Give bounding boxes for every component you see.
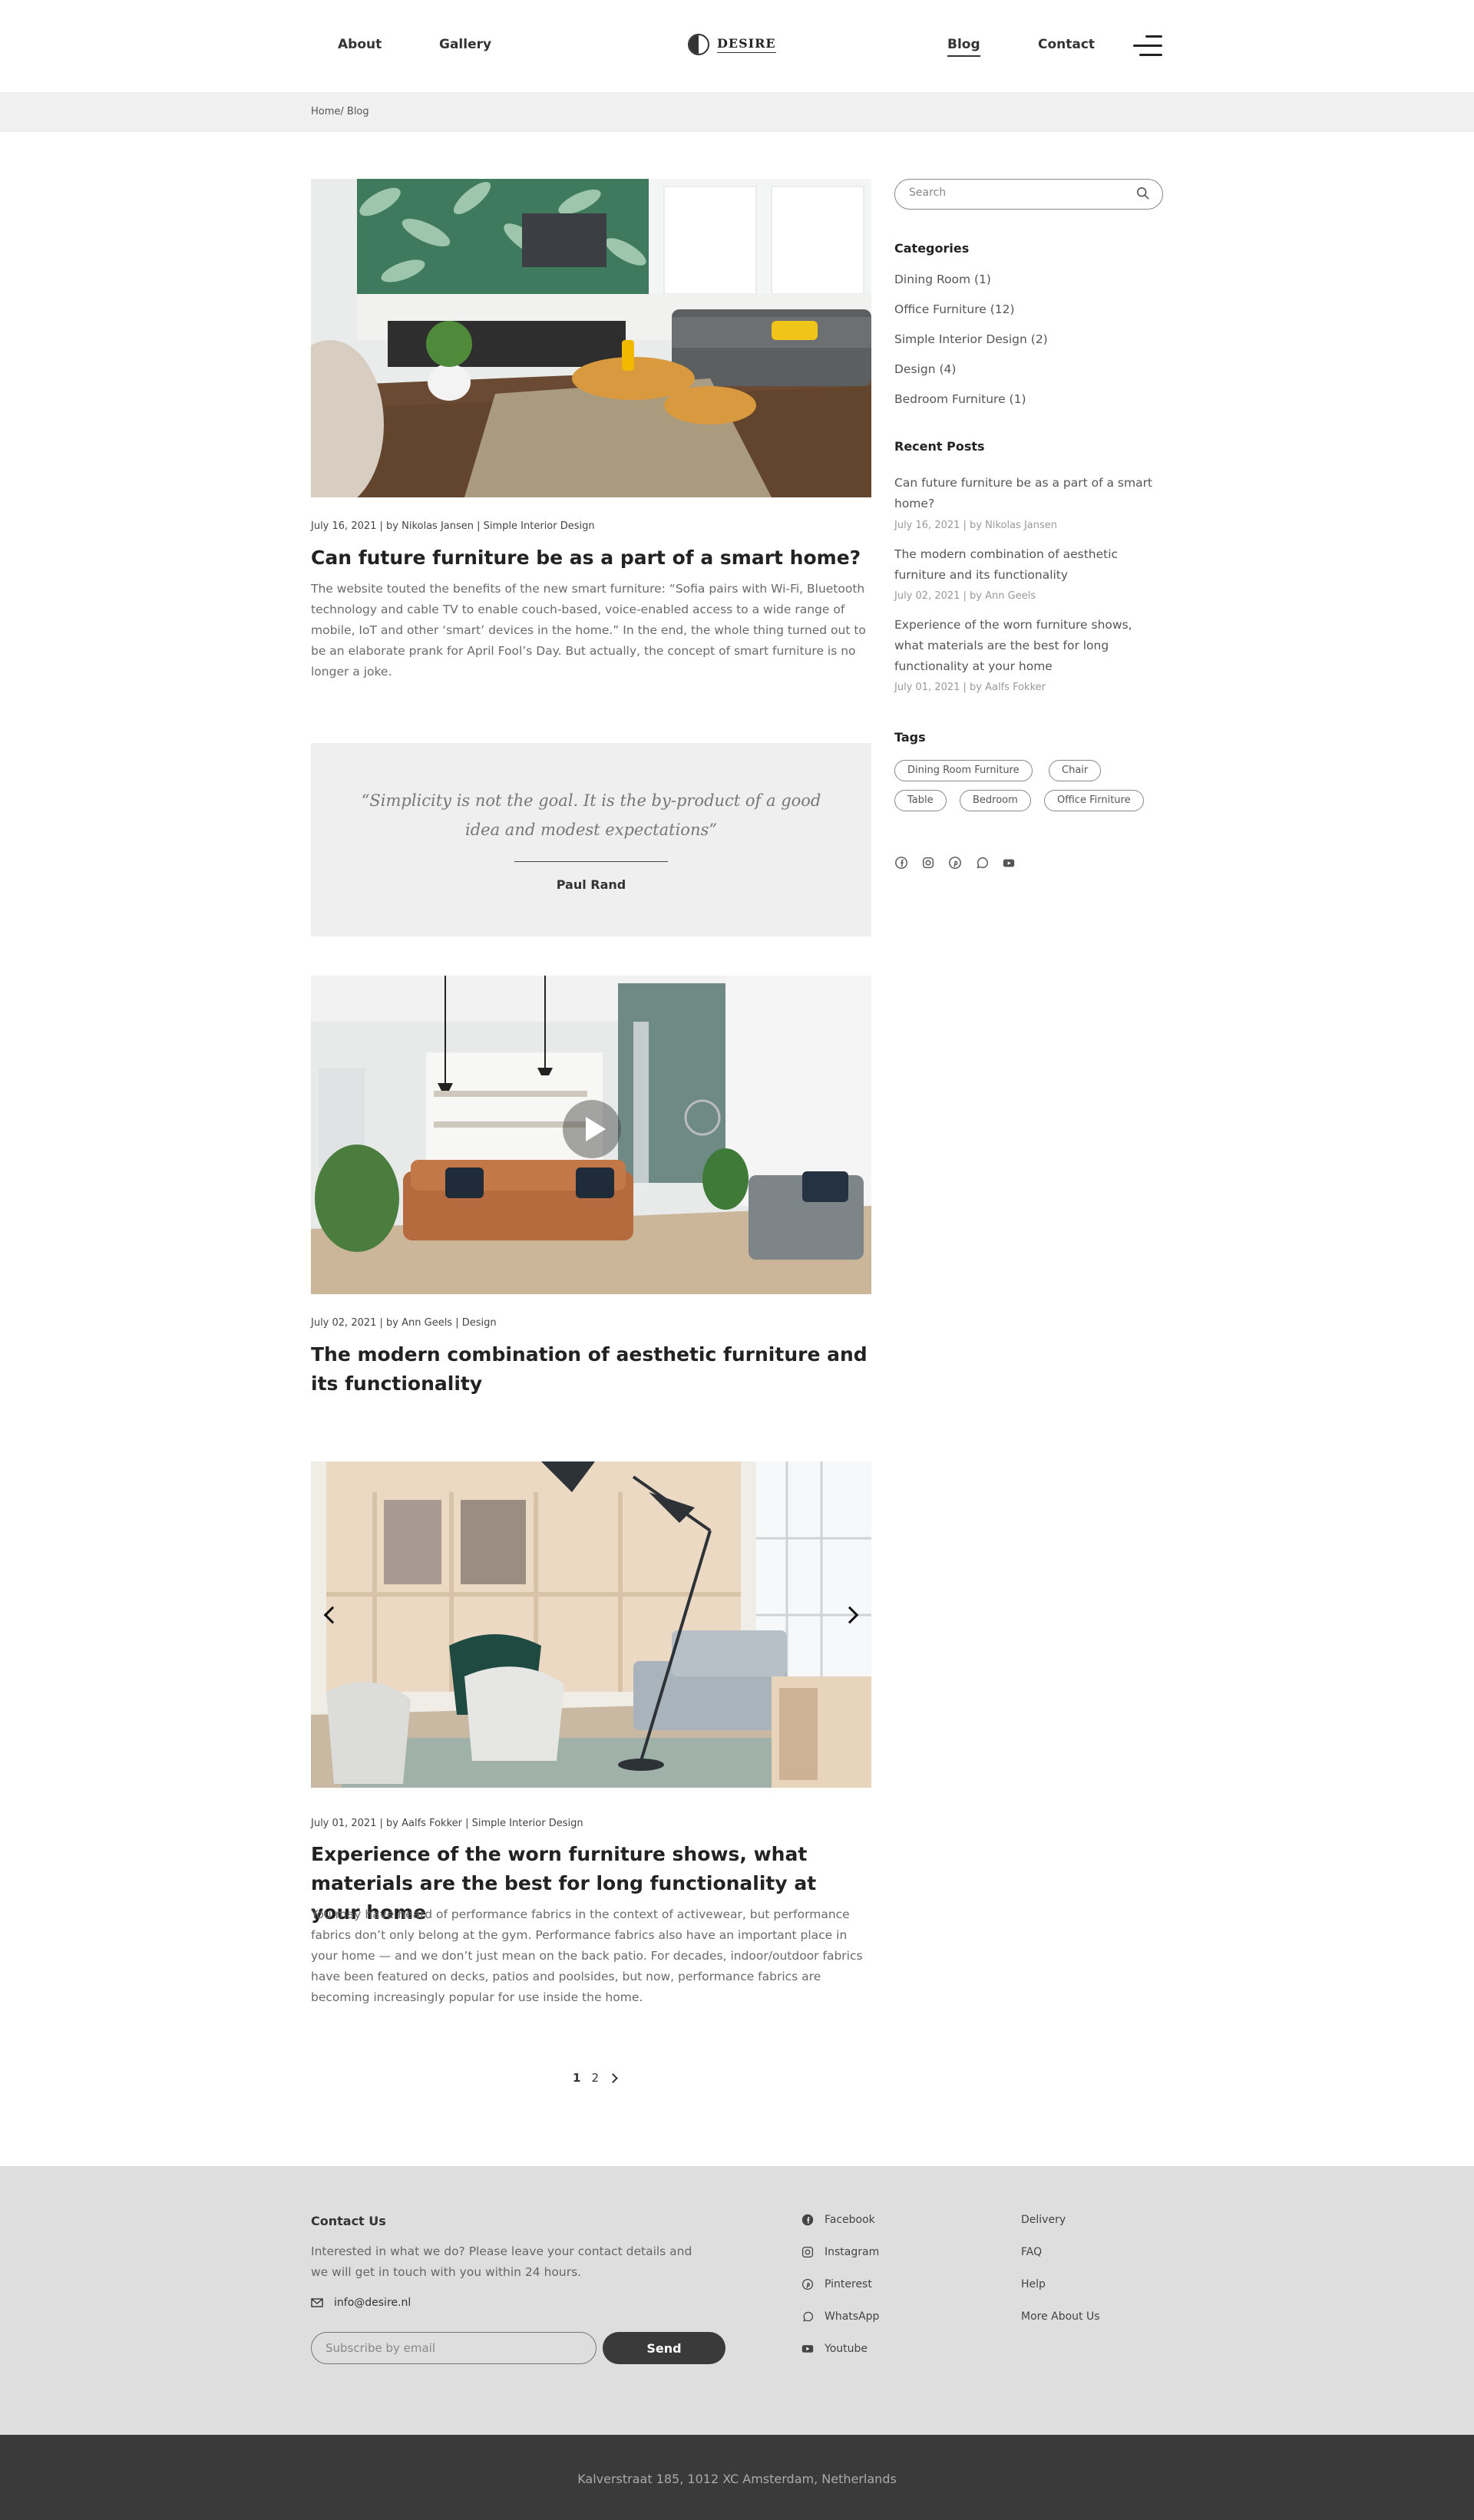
nav-blog[interactable]: Blog — [947, 37, 980, 57]
logo-text: DESIRE — [717, 36, 776, 53]
facebook-icon — [801, 2214, 814, 2226]
subscribe-email-input[interactable] — [311, 2332, 597, 2364]
search-icon[interactable] — [1136, 187, 1150, 200]
nav-about[interactable]: About — [338, 37, 382, 52]
recent-post-meta: July 01, 2021 | by Aalfs Fokker — [894, 682, 1046, 693]
post-meta: July 01, 2021 | by Aalfs Fokker | Simple… — [311, 1818, 583, 1829]
category-design[interactable]: Design (4) — [894, 362, 956, 376]
footer-social-instagram[interactable]: Instagram — [801, 2246, 879, 2258]
quote-box: “Simplicity is not the goal. It is the b… — [311, 743, 871, 936]
contact-heading: Contact Us — [311, 2214, 386, 2228]
instagram-icon[interactable] — [921, 856, 935, 870]
tag-table[interactable]: Table — [894, 790, 947, 811]
site-header: About Gallery DESIRE Blog Contact — [0, 0, 1474, 92]
recent-post-title[interactable]: Can future furniture be as a part of a s… — [894, 473, 1163, 514]
post-meta: July 02, 2021 | by Ann Geels | Design — [311, 1317, 497, 1329]
search-box — [894, 179, 1163, 210]
page-1-link[interactable]: 1 — [573, 2071, 580, 2085]
recent-post-title[interactable]: The modern combination of aesthetic furn… — [894, 544, 1163, 586]
quote-author: Paul Rand — [556, 877, 626, 892]
recent-post-title[interactable]: Experience of the worn furniture shows, … — [894, 615, 1163, 677]
footer-social-whatsapp[interactable]: WhatsApp — [801, 2310, 879, 2323]
nav-contact[interactable]: Contact — [1038, 37, 1095, 52]
footer-social-label: Youtube — [825, 2343, 868, 2355]
footer-social-facebook[interactable]: Facebook — [801, 2214, 875, 2226]
next-page-icon[interactable] — [608, 2073, 618, 2083]
recent-post-meta: July 02, 2021 | by Ann Geels — [894, 590, 1036, 602]
tag-bedroom[interactable]: Bedroom — [960, 790, 1031, 811]
breadcrumb[interactable]: Home/ Blog — [311, 106, 369, 117]
company-address: Kalverstraat 185, 1012 XC Amsterdam, Net… — [577, 2472, 897, 2486]
footer-social-youtube[interactable]: Youtube — [801, 2343, 868, 2355]
site-footer: Contact Us Interested in what we do? Ple… — [0, 2166, 1474, 2435]
page-2-link[interactable]: 2 — [591, 2071, 599, 2085]
breadcrumb-bar: Home/ Blog — [0, 92, 1474, 132]
play-button-icon[interactable] — [563, 1100, 621, 1158]
categories-heading: Categories — [894, 241, 970, 256]
post-image-living-room[interactable] — [311, 179, 871, 497]
category-office-furniture[interactable]: Office Furniture (12) — [894, 302, 1015, 316]
contact-email[interactable]: info@desire.nl — [311, 2297, 411, 2309]
recent-post-meta: July 16, 2021 | by Nikolas Jansen — [894, 520, 1058, 531]
footer-social-label: Pinterest — [825, 2278, 872, 2290]
menu-icon[interactable] — [1133, 34, 1162, 58]
mail-icon — [311, 2298, 323, 2307]
post-title[interactable]: Can future furniture be as a part of a s… — [311, 543, 871, 573]
bottom-bar: Kalverstraat 185, 1012 XC Amsterdam, Net… — [0, 2435, 1474, 2520]
footer-social-label: Instagram — [825, 2246, 880, 2258]
whatsapp-icon[interactable] — [975, 856, 989, 870]
post-title[interactable]: The modern combination of aesthetic furn… — [311, 1340, 871, 1399]
logo-mark-icon — [688, 34, 709, 55]
tag-chair[interactable]: Chair — [1049, 760, 1102, 781]
recent-posts-heading: Recent Posts — [894, 439, 985, 454]
post-excerpt: The website touted the benefits of the n… — [311, 582, 866, 679]
quote-text: “Simplicity is not the goal. It is the b… — [361, 791, 821, 839]
youtube-icon[interactable] — [1002, 856, 1016, 870]
post-excerpt: You may have heard of performance fabric… — [311, 1907, 863, 2004]
post-meta: July 16, 2021 | by Nikolas Jansen | Simp… — [311, 520, 595, 532]
instagram-icon — [801, 2246, 814, 2258]
footer-link-faq[interactable]: FAQ — [1021, 2246, 1042, 2258]
search-input[interactable] — [909, 187, 1124, 199]
tag-dining-room-furniture[interactable]: Dining Room Furniture — [894, 760, 1033, 781]
footer-social-pinterest[interactable]: Pinterest — [801, 2278, 872, 2290]
quote-divider — [514, 861, 668, 862]
tags-heading: Tags — [894, 730, 926, 745]
category-simple-interior-design[interactable]: Simple Interior Design (2) — [894, 332, 1048, 346]
site-logo[interactable]: DESIRE — [688, 34, 776, 55]
nav-gallery[interactable]: Gallery — [439, 37, 491, 52]
tag-office-firniture[interactable]: Office Firniture — [1044, 790, 1144, 811]
category-bedroom-furniture[interactable]: Bedroom Furniture (1) — [894, 392, 1026, 406]
facebook-icon[interactable] — [894, 856, 908, 870]
footer-social-label: Facebook — [825, 2214, 875, 2226]
footer-link-delivery[interactable]: Delivery — [1021, 2214, 1066, 2226]
footer-social-label: WhatsApp — [825, 2310, 880, 2323]
pinterest-icon — [801, 2278, 814, 2290]
pagination: 1 2 — [573, 2071, 618, 2085]
category-dining-room[interactable]: Dining Room (1) — [894, 272, 991, 286]
pinterest-icon[interactable] — [948, 856, 962, 870]
post-video-thumbnail[interactable] — [311, 976, 871, 1294]
contact-text: Interested in what we do? Please leave y… — [311, 2244, 692, 2279]
whatsapp-icon — [803, 2311, 814, 2322]
post-image-carousel[interactable] — [311, 1461, 871, 1788]
send-button[interactable]: Send — [603, 2332, 725, 2364]
footer-link-more-about-us[interactable]: More About Us — [1021, 2310, 1100, 2323]
contact-email-text: info@desire.nl — [334, 2297, 411, 2309]
footer-link-help[interactable]: Help — [1021, 2278, 1046, 2290]
youtube-icon — [801, 2345, 814, 2353]
